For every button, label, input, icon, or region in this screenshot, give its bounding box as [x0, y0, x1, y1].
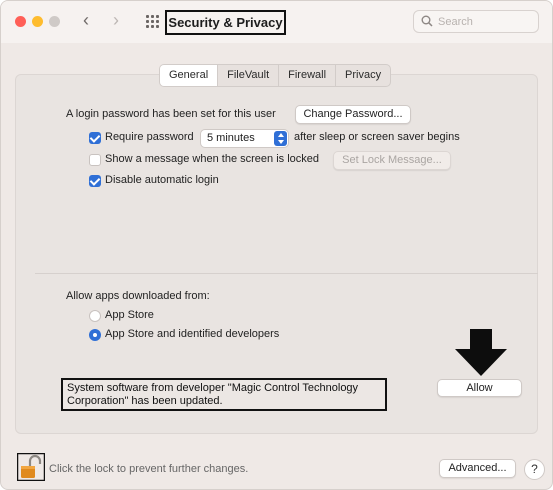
login-password-text: A login password has been set for this u… [66, 108, 276, 120]
allow-button[interactable]: Allow [437, 379, 522, 397]
stepper-chevrons-icon [274, 131, 287, 146]
search-icon [421, 15, 433, 27]
window-title: Security & Privacy [165, 10, 286, 35]
advanced-button[interactable]: Advanced... [439, 459, 516, 478]
app-store-label: App Store [105, 309, 154, 321]
require-password-checkbox[interactable] [89, 132, 101, 144]
tab-filevault[interactable]: FileVault [218, 65, 280, 86]
show-all-grid-icon[interactable] [146, 15, 160, 29]
zoom-window-button[interactable] [49, 16, 60, 27]
search-field[interactable] [413, 10, 539, 33]
disable-auto-login-label: Disable automatic login [105, 174, 219, 186]
tab-firewall[interactable]: Firewall [279, 65, 337, 86]
require-password-label: Require password [105, 131, 194, 143]
after-sleep-text: after sleep or screen saver begins [294, 131, 460, 143]
radio-app-store[interactable] [89, 310, 101, 322]
search-input[interactable] [438, 13, 534, 30]
disable-auto-login-checkbox[interactable] [89, 175, 101, 187]
show-message-checkbox[interactable] [89, 154, 101, 166]
preferences-window: ‹ › Security & Privacy General FileVault… [0, 0, 553, 490]
tab-privacy[interactable]: Privacy [336, 65, 390, 86]
show-message-label: Show a message when the screen is locked [105, 153, 320, 165]
tab-bar: General FileVault Firewall Privacy [159, 64, 392, 87]
change-password-button[interactable]: Change Password... [295, 105, 411, 124]
title-bar: ‹ › Security & Privacy [1, 1, 552, 43]
lock-hint-text: Click the lock to prevent further change… [49, 463, 249, 475]
down-arrow-icon [455, 329, 507, 376]
minimize-window-button[interactable] [32, 16, 43, 27]
close-window-button[interactable] [15, 16, 26, 27]
app-store-identified-label: App Store and identified developers [105, 328, 280, 340]
lock-icon[interactable] [17, 453, 45, 481]
require-password-interval-value: 5 minutes [207, 132, 255, 144]
allow-apps-heading: Allow apps downloaded from: [66, 290, 210, 302]
tab-general[interactable]: General [160, 65, 219, 86]
help-button[interactable]: ? [524, 459, 545, 480]
forward-chevron-icon[interactable]: › [113, 10, 119, 31]
back-chevron-icon[interactable]: ‹ [83, 10, 89, 31]
set-lock-message-button[interactable]: Set Lock Message... [333, 151, 451, 170]
system-software-notice: System software from developer "Magic Co… [61, 378, 387, 411]
require-password-interval-select[interactable]: 5 minutes [200, 129, 289, 148]
section-divider [35, 273, 538, 274]
radio-app-store-identified[interactable] [89, 329, 101, 341]
